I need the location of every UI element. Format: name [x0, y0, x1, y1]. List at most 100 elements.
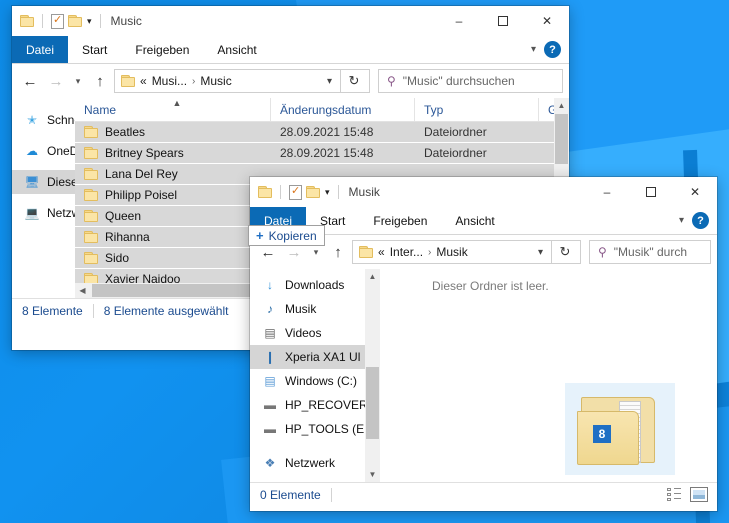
refresh-icon[interactable]: ↻ — [552, 240, 578, 264]
sidebar-item-label: Musik — [285, 302, 317, 316]
scroll-down-icon[interactable]: ▼ — [365, 467, 380, 482]
search-input[interactable]: "Musik" durch — [614, 245, 687, 259]
breadcrumb[interactable]: « Musi... › Music ▾ ↻ — [114, 69, 370, 93]
window2-body: ↓ Downloads ♪ Musik ▤ Videos ❙ Xperia XA1 Ul ▤ Wi… — [250, 269, 717, 482]
minimize-button[interactable]: – — [437, 6, 481, 36]
search-input[interactable]: "Music" durchsuchen — [403, 74, 515, 88]
folder-icon[interactable] — [20, 15, 34, 27]
chevron-down-icon[interactable]: ▾ — [530, 247, 551, 258]
sidebar-vscroll-thumb[interactable] — [366, 367, 379, 439]
tab-freigeben[interactable]: Freigeben — [359, 207, 441, 234]
refresh-icon[interactable]: ↻ — [341, 69, 367, 93]
chevron-down-icon[interactable]: ▾ — [531, 44, 536, 55]
sidebar-item-videos[interactable]: ▤ Videos — [250, 321, 380, 345]
file-row-name: Lana Del Rey — [75, 167, 271, 181]
properties-icon[interactable] — [51, 13, 64, 29]
window1-sidebar[interactable]: ✭ Schnel ☁ OneDr 🖥 Dieser 💻 Netzw — [12, 98, 75, 298]
window2-caption-buttons[interactable]: – ✕ — [585, 177, 717, 207]
drive-icon: ▬ — [264, 398, 276, 412]
help-icon[interactable]: ? — [692, 212, 709, 229]
breadcrumb-prefix: « — [378, 245, 385, 259]
vscroll-thumb[interactable] — [555, 114, 568, 164]
tab-freigeben[interactable]: Freigeben — [121, 36, 203, 63]
scroll-up-icon[interactable]: ▲ — [365, 269, 380, 284]
table-row[interactable]: Beatles 28.09.2021 15:48 Dateiordner — [74, 122, 569, 143]
breadcrumb-current[interactable]: Musik — [436, 245, 467, 259]
search-box[interactable]: ⚲ "Music" durchsuchen — [378, 69, 563, 93]
sidebar-item-xperia-xa1-ul[interactable]: ❙ Xperia XA1 Ul — [250, 345, 380, 369]
drop-action-tooltip: + Kopieren — [248, 225, 325, 246]
properties-icon[interactable] — [289, 184, 302, 200]
help-icon[interactable]: ? — [544, 41, 561, 58]
breadcrumb-parent[interactable]: Musi... — [152, 74, 187, 88]
maximize-button[interactable] — [629, 177, 673, 207]
new-folder-icon[interactable] — [68, 15, 82, 27]
window1-quick-access-toolbar[interactable]: ▾ — [12, 13, 105, 29]
sidebar-item-dieser-pc[interactable]: 🖥 Dieser — [12, 170, 75, 194]
download-icon: ↓ — [267, 278, 273, 292]
chevron-down-icon[interactable]: ▾ — [325, 187, 330, 198]
scroll-up-icon[interactable]: ▲ — [554, 98, 569, 113]
column-header-date[interactable]: Änderungsdatum — [271, 98, 415, 121]
sidebar-item-musik[interactable]: ♪ Musik — [250, 297, 380, 321]
recent-locations-button[interactable]: ▾ — [70, 69, 86, 93]
qat-separator — [280, 185, 281, 199]
chevron-down-icon[interactable]: ▾ — [679, 215, 684, 226]
table-row[interactable]: Britney Spears 28.09.2021 15:48 Dateiordne… — [74, 143, 569, 164]
tab-start[interactable]: Start — [68, 36, 121, 63]
sidebar-item-onedrive[interactable]: ☁ OneDr — [12, 139, 75, 163]
window1-address-bar[interactable]: ← → ▾ ↑ « Musi... › Music ▾ ↻ ⚲ "Music" … — [12, 64, 569, 98]
folder-icon[interactable] — [258, 186, 272, 198]
sidebar-item-hp-recover[interactable]: ▬ HP_RECOVER — [250, 393, 380, 417]
window2-quick-access-toolbar[interactable]: ▾ — [250, 184, 343, 200]
search-box[interactable]: ⚲ "Musik" durch — [589, 240, 711, 264]
sidebar-item-schnellzugriff[interactable]: ✭ Schnel — [12, 108, 75, 132]
maximize-button[interactable] — [481, 6, 525, 36]
breadcrumb-parent[interactable]: Inter... — [390, 245, 423, 259]
view-details-icon[interactable] — [665, 487, 683, 502]
back-button[interactable]: ← — [18, 69, 42, 93]
view-mode-buttons[interactable] — [665, 487, 717, 502]
network-icon: ❖ — [264, 456, 276, 470]
folder-icon — [83, 168, 98, 180]
up-button[interactable]: ↑ — [326, 240, 350, 264]
new-folder-icon[interactable] — [306, 186, 320, 198]
window1-caption-buttons[interactable]: – ✕ — [437, 6, 569, 36]
star-icon: ✭ — [26, 113, 38, 127]
column-header-type[interactable]: Typ — [415, 98, 539, 121]
breadcrumb[interactable]: « Inter... › Musik ▾ ↻ — [352, 240, 581, 264]
tab-ansicht[interactable]: Ansicht — [441, 207, 508, 234]
sidebar-item-netzwerk[interactable]: 💻 Netzw — [12, 201, 75, 225]
column-headers[interactable]: Name ▲ Änderungsdatum Typ Grö — [74, 98, 569, 122]
view-large-icons-icon[interactable] — [690, 487, 708, 502]
tab-ansicht[interactable]: Ansicht — [203, 36, 270, 63]
sidebar-vscrollbar[interactable]: ▲ ▼ — [365, 269, 380, 482]
sidebar-item-label: HP_RECOVER — [285, 398, 368, 412]
window2-sidebar[interactable]: ↓ Downloads ♪ Musik ▤ Videos ❙ Xperia XA1 Ul ▤ Wi… — [250, 269, 380, 482]
forward-button[interactable]: → — [44, 69, 68, 93]
window2-content-pane[interactable]: Dieser Ordner ist leer. 8 — [380, 269, 717, 482]
column-header-name[interactable]: Name ▲ — [75, 98, 271, 121]
chevron-down-icon[interactable]: ▾ — [319, 76, 340, 87]
minimize-button[interactable]: – — [585, 177, 629, 207]
close-button[interactable]: ✕ — [525, 6, 569, 36]
close-button[interactable]: ✕ — [673, 177, 717, 207]
sidebar-item-windows-c[interactable]: ▤ Windows (C:) — [250, 369, 380, 393]
window2-titlebar[interactable]: ▾ Musik – ✕ — [250, 177, 717, 207]
file-row-date: 28.09.2021 15:48 — [279, 125, 374, 139]
window1-ribbon-tabs[interactable]: Datei Start Freigeben Ansicht ▾ ? — [12, 36, 569, 64]
up-button[interactable]: ↑ — [88, 69, 112, 93]
drive-icon: ▬ — [264, 422, 276, 436]
breadcrumb-current[interactable]: Music — [200, 74, 231, 88]
chevron-down-icon[interactable]: ▾ — [87, 16, 92, 27]
window1-titlebar[interactable]: ▾ Music – ✕ — [12, 6, 569, 36]
sidebar-item-hp-tools-e[interactable]: ▬ HP_TOOLS (E: — [250, 417, 380, 441]
file-name-label: Sido — [104, 251, 130, 265]
file-name-label: Britney Spears — [104, 146, 184, 160]
file-row-name: Queen — [75, 209, 271, 223]
tab-datei[interactable]: Datei — [12, 36, 69, 63]
sidebar-item-downloads[interactable]: ↓ Downloads — [250, 273, 380, 297]
scroll-left-icon[interactable]: ◀ — [75, 286, 90, 295]
qat-separator-2 — [99, 14, 101, 28]
sidebar-item-netzwerk[interactable]: ❖ Netzwerk — [250, 451, 380, 475]
